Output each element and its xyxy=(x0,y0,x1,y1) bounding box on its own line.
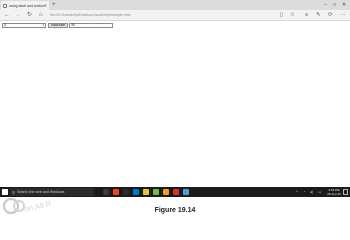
more-icon[interactable]: ··· xyxy=(340,11,346,20)
tab-close-icon[interactable]: ✕ xyxy=(44,3,47,8)
taskbar-app-icon[interactable] xyxy=(153,189,159,195)
taskbar-app-icon[interactable] xyxy=(113,189,119,195)
taskbar-app-icon[interactable] xyxy=(173,189,179,195)
hub-icon[interactable]: ≡ xyxy=(305,11,308,20)
tab-strip: using label and button ele ✕ + – □ ✕ xyxy=(0,0,350,10)
share-icon[interactable]: ⟳ xyxy=(328,11,333,20)
search-placeholder: Search the web and Windows xyxy=(16,190,65,194)
address-toolbar: ← → ↻ ⌂ file:///C:/Users/Hp/Desktop/Java… xyxy=(0,10,350,21)
taskbar-app-icon[interactable] xyxy=(133,189,139,195)
windows-start-icon[interactable] xyxy=(2,189,8,195)
taskbar-search-box[interactable]: ⚲ Search the web and Windows xyxy=(10,188,94,196)
taskbar-app-icon[interactable] xyxy=(183,189,189,195)
result-field[interactable]: 50 xyxy=(69,23,114,28)
page-favicon-icon xyxy=(3,3,7,8)
taskbar-app-icon[interactable] xyxy=(163,189,169,195)
taskbar-app-icon[interactable] xyxy=(143,189,149,195)
new-tab-icon[interactable]: + xyxy=(52,1,56,9)
clock-date: 26-Jun-15 xyxy=(327,192,341,196)
search-icon: ⚲ xyxy=(12,189,15,195)
close-window-icon[interactable]: ✕ xyxy=(342,1,346,9)
note-icon[interactable]: ✎ xyxy=(316,11,321,20)
maximize-icon[interactable]: □ xyxy=(333,1,336,9)
screen: using label and button ele ✕ + – □ ✕ ← →… xyxy=(0,0,350,197)
minimize-icon[interactable]: – xyxy=(324,1,327,9)
browser-tab[interactable]: using label and button ele ✕ xyxy=(1,1,49,10)
taskbar-app-icon[interactable] xyxy=(123,189,129,195)
tab-title: using label and button ele xyxy=(9,3,44,8)
form-row: 5 ▾ calculate 50 xyxy=(2,23,114,28)
chevron-down-icon: ▾ xyxy=(42,23,44,27)
figure-caption: Figure 19.14 xyxy=(154,207,196,214)
volume-icon[interactable]: ◂) xyxy=(310,188,313,196)
home-icon[interactable]: ⌂ xyxy=(39,11,43,20)
message-icon[interactable]: ▭ xyxy=(318,188,321,196)
taskbar-clock[interactable]: 3:54 PM 26-Jun-15 xyxy=(326,188,342,196)
reading-view-icon[interactable]: ▯ xyxy=(280,11,283,20)
favorite-star-icon[interactable]: ☆ xyxy=(290,11,295,20)
taskbar: ⚲ Search the web and Windows ^ ◔ ◂) ▭ 3:… xyxy=(0,187,350,197)
taskbar-app-icon[interactable] xyxy=(103,189,109,195)
address-bar[interactable]: file:///C:/Users/Hp/Desktop/JavaScript/s… xyxy=(50,13,131,17)
tray-chevron-icon[interactable]: ^ xyxy=(296,188,298,196)
number-select[interactable]: 5 ▾ xyxy=(2,23,46,28)
action-center-icon[interactable] xyxy=(343,189,348,195)
calculate-button[interactable]: calculate xyxy=(48,23,69,28)
refresh-icon[interactable]: ↻ xyxy=(27,11,32,20)
forward-icon[interactable]: → xyxy=(15,11,21,20)
network-icon[interactable]: ◔ xyxy=(303,188,305,196)
back-icon[interactable]: ← xyxy=(4,11,10,20)
number-select-value: 5 xyxy=(4,23,6,27)
